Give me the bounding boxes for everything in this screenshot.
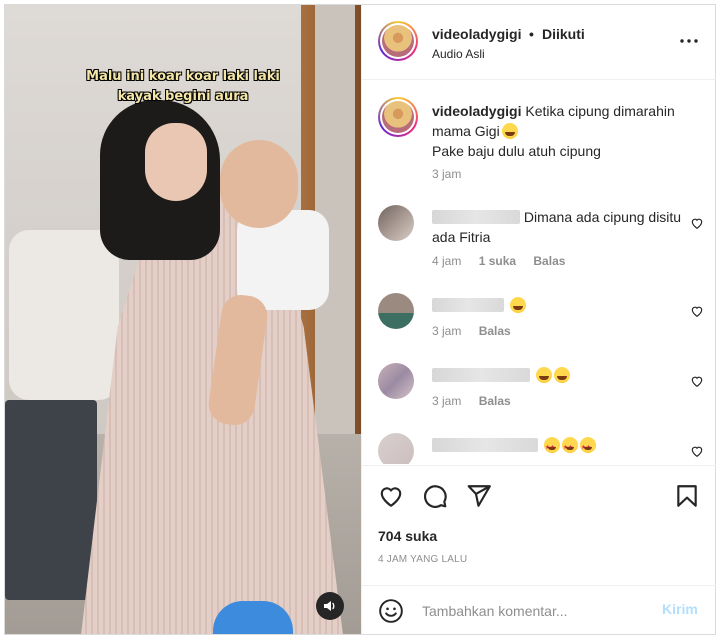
star-struck-emoji-icon — [579, 437, 596, 458]
header-separator: • — [529, 26, 534, 42]
commenter-avatar[interactable] — [378, 433, 414, 464]
author-avatar[interactable] — [378, 21, 418, 61]
more-options-button[interactable] — [674, 29, 704, 53]
likes-count[interactable]: 704 suka — [378, 528, 437, 544]
comment-like-heart-icon[interactable] — [690, 374, 704, 388]
caption-username[interactable]: videoladygigi — [432, 103, 521, 119]
caption-text-line2: Pake baju dulu atuh cipung — [432, 143, 601, 159]
speaker-icon — [324, 601, 335, 611]
bookmark-save-icon[interactable] — [674, 483, 700, 509]
like-heart-icon[interactable] — [378, 483, 404, 509]
comment-time[interactable]: 3 jam — [432, 324, 461, 338]
emoji-picker-smile-icon[interactable] — [378, 598, 404, 624]
commenter-avatar[interactable] — [378, 293, 414, 329]
follow-status-button[interactable]: Diikuti — [542, 26, 585, 42]
tears-of-joy-emoji-icon — [553, 367, 570, 383]
post-comment-button[interactable]: Kirim — [662, 601, 698, 617]
post-actions: 704 suka 4 JAM YANG LALU — [362, 465, 716, 585]
reply-button[interactable]: Balas — [533, 254, 565, 268]
share-send-icon[interactable] — [466, 483, 492, 509]
comment-composer: Kirim — [362, 585, 716, 634]
caption-time[interactable]: 3 jam — [432, 167, 461, 181]
star-struck-emoji-icon — [561, 437, 578, 458]
video-frame-pillows — [9, 230, 119, 400]
more-dots-icon — [680, 39, 698, 43]
comment-input[interactable] — [422, 600, 652, 622]
video-overlay-line-2: kayak begini aura — [117, 89, 249, 104]
post-header: videoladygigi • Diikuti Audio Asli — [362, 5, 716, 80]
reply-button[interactable]: Balas — [479, 324, 511, 338]
video-player[interactable]: Malu ini koar koar laki laki kayak begin… — [5, 5, 361, 634]
author-username[interactable]: videoladygigi — [432, 26, 521, 42]
comment-time[interactable]: 3 jam — [432, 394, 461, 408]
video-frame-mother — [145, 123, 207, 201]
video-text-overlay: Malu ini koar koar laki laki kayak begin… — [5, 67, 361, 107]
comment-time[interactable]: 4 jam — [432, 254, 461, 268]
sound-toggle-button[interactable] — [316, 592, 344, 620]
post-sidebar: videoladygigi • Diikuti Audio Asli video… — [361, 5, 716, 634]
instagram-post-modal: Malu ini koar koar laki laki kayak begin… — [4, 4, 716, 635]
commenter-avatar[interactable] — [378, 363, 414, 399]
blurred-username[interactable] — [432, 210, 520, 224]
tears-of-joy-emoji-icon — [501, 123, 518, 139]
commenter-avatar[interactable] — [378, 205, 414, 241]
caption-author-avatar[interactable] — [378, 97, 418, 137]
reply-button[interactable]: Balas — [479, 394, 511, 408]
comment-like-heart-icon[interactable] — [690, 444, 704, 458]
blurred-username[interactable] — [432, 438, 538, 452]
comment-like-heart-icon[interactable] — [690, 304, 704, 318]
comment-bubble-icon[interactable] — [422, 483, 448, 509]
comment-likes[interactable]: 1 suka — [479, 254, 516, 268]
tears-of-joy-emoji-icon — [509, 297, 526, 313]
comment-like-heart-icon[interactable] — [690, 216, 704, 230]
post-timestamp[interactable]: 4 JAM YANG LALU — [378, 554, 467, 565]
audio-link[interactable]: Audio Asli — [432, 47, 485, 61]
video-overlay-line-1: Malu ini koar koar laki laki — [86, 69, 280, 84]
video-frame-baby — [220, 140, 298, 228]
tears-of-joy-emoji-icon — [535, 367, 552, 383]
comments-list[interactable]: videoladygigi Ketika cipung dimarahin ma… — [362, 81, 716, 464]
blurred-username[interactable] — [432, 368, 530, 382]
star-struck-emoji-icon — [543, 437, 560, 458]
blurred-username[interactable] — [432, 298, 504, 312]
video-frame-sofa — [5, 400, 97, 600]
